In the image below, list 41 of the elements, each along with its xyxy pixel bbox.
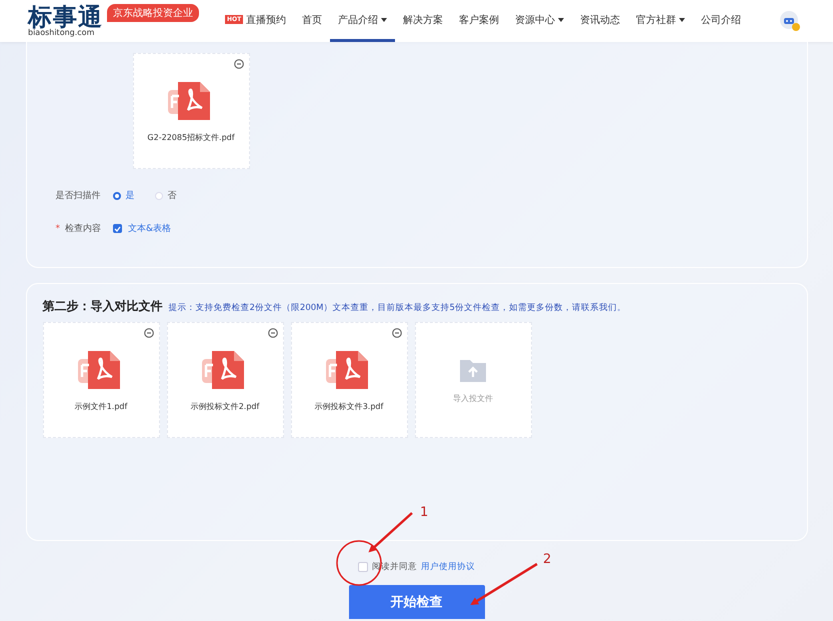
remove-icon[interactable] [392,328,402,338]
remove-icon[interactable] [144,328,154,338]
radio-option[interactable]: 否 [154,189,176,202]
required-mark: * [56,224,60,234]
nav-link[interactable]: 资源中心 [507,0,572,42]
file-tile[interactable]: 示例文件1.pdf [42,322,160,438]
nav-link[interactable]: 产品介绍 [330,0,396,42]
robot-avatar-icon[interactable] [779,10,801,32]
hint-text: 提示：支持免费检查2份文件（限200M）文本查重，目前版本最多支持5份文件检查，如需更多份数，请联系我们。 [168,302,626,314]
nav-link[interactable]: 客户案例 [451,0,508,42]
content-label: 检查内容 [65,222,101,235]
agreement-link[interactable]: 用户使用协议 [421,561,475,573]
file-tile[interactable]: G2-22085招标文件.pdf [132,53,250,169]
logo-text[interactable]: 标事通 [28,5,103,29]
tagline-badge: 京东战略投资企业 [107,4,199,22]
step-title: 第二步：导入对比文件 [42,298,162,315]
checkbox-option[interactable]: 文本&表格 [113,222,172,235]
nav-link[interactable]: 资讯动态 [572,0,628,42]
remove-icon[interactable] [268,328,278,338]
file-name: 示例投标文件2.pdf [190,400,260,412]
remove-icon[interactable] [234,59,244,69]
agreement-checkbox[interactable] [358,562,368,572]
annotation-number: 2 [543,552,552,567]
radio-option[interactable]: 是 [112,189,134,202]
scan-label: 是否扫描件 [56,190,100,202]
start-check-button[interactable]: 开始检查 [348,585,484,619]
nav-link[interactable]: 解决方案 [395,0,452,42]
annotation-number: 1 [420,505,428,520]
nav-link[interactable]: 首页 [294,0,330,42]
highlight-circle [336,540,382,586]
file-tile[interactable]: 示例投标文件2.pdf [166,322,284,438]
file-tile[interactable]: 示例投标文件3.pdf [290,322,408,438]
agreement-text: 阅读并同意 [372,561,417,573]
check-icon [114,226,121,232]
file-name: G2-22085招标文件.pdf [147,132,235,142]
file-name: 示例投标文件3.pdf [314,400,384,412]
nav-link[interactable]: 官方社群 [628,0,694,42]
file-name: 示例文件1.pdf [74,400,128,412]
nav-link[interactable]: 公司介绍 [693,0,750,42]
annotation-arrow [368,512,413,552]
logo-domain: biaoshitong.com [28,29,96,37]
